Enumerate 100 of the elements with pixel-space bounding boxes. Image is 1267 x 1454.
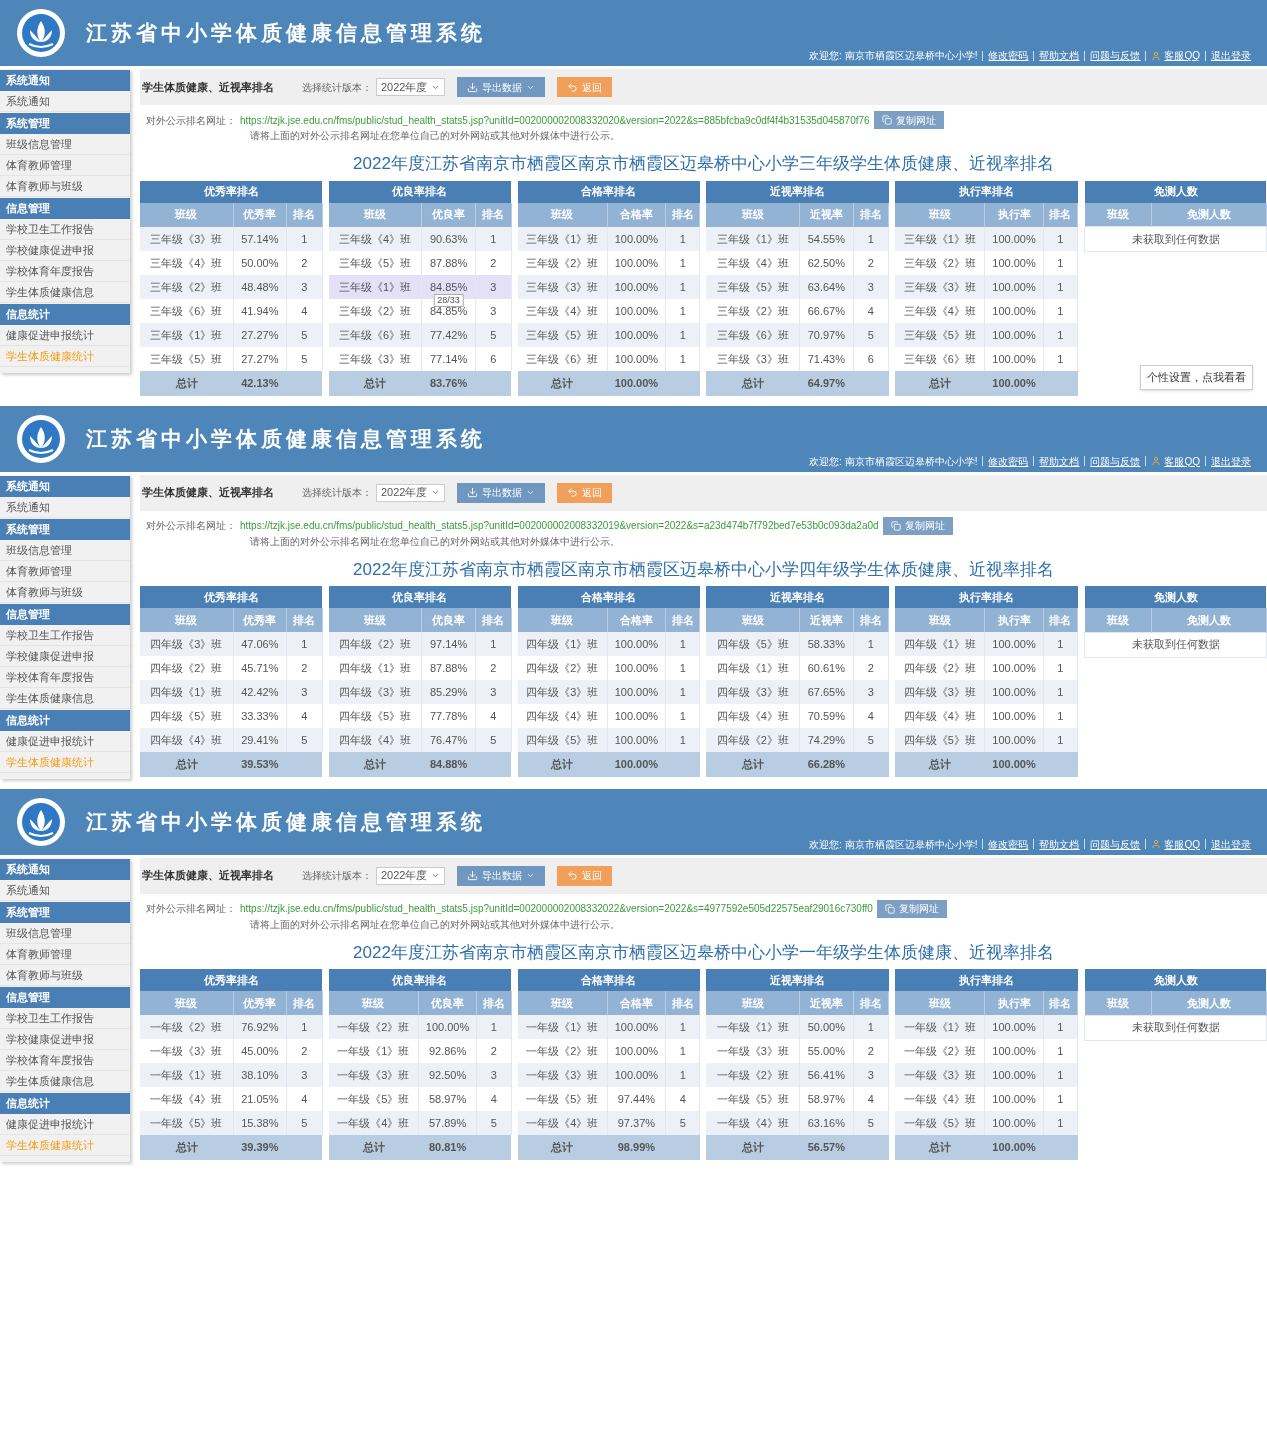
- table-row[interactable]: 一年级《5》班 100.00% 1: [895, 1111, 1078, 1135]
- table-row[interactable]: 四年级《1》班 60.61% 2: [706, 656, 889, 680]
- sidebar-item[interactable]: 学校健康促进申报: [0, 240, 130, 261]
- sidebar-item[interactable]: 学校体育年度报告: [0, 261, 130, 282]
- sidebar-group-header[interactable]: 信息统计: [0, 1092, 130, 1114]
- sidebar-group-header[interactable]: 信息管理: [0, 198, 130, 219]
- table-row[interactable]: 一年级《2》班 100.00% 1: [517, 1039, 700, 1063]
- header-link[interactable]: 修改密码: [988, 453, 1029, 469]
- table-row[interactable]: 一年级《3》班 100.00% 1: [517, 1063, 700, 1087]
- table-row[interactable]: 四年级《3》班 67.65% 3: [706, 680, 889, 704]
- header-link[interactable]: 客服QQ: [1164, 48, 1200, 63]
- table-row[interactable]: 四年级《2》班 45.71% 2: [140, 656, 323, 680]
- table-row[interactable]: 四年级《1》班 100.00% 1: [895, 632, 1078, 656]
- table-row[interactable]: 三年级《5》班 100.00% 1: [517, 322, 700, 347]
- table-row[interactable]: 三年级《4》班 100.00% 1: [517, 298, 700, 323]
- sidebar-item[interactable]: 体育教师管理: [0, 560, 130, 582]
- table-row[interactable]: 四年级《2》班 100.00% 1: [895, 656, 1078, 680]
- sidebar-group-header[interactable]: 系统管理: [0, 518, 130, 540]
- table-row[interactable]: 一年级《3》班 45.00% 2: [140, 1039, 323, 1063]
- version-select[interactable]: 2022年度: [376, 866, 446, 885]
- sidebar-item[interactable]: 班级信息管理: [0, 922, 130, 944]
- sidebar-item[interactable]: 体育教师与班级: [0, 964, 130, 986]
- sidebar-group-header[interactable]: 系统通知: [0, 475, 130, 497]
- header-link[interactable]: 问题与反馈: [1090, 453, 1141, 469]
- sidebar-item[interactable]: 班级信息管理: [0, 134, 130, 155]
- table-row[interactable]: 三年级《5》班 63.64% 3: [706, 274, 889, 299]
- table-row[interactable]: 四年级《4》班 100.00% 1: [517, 704, 700, 728]
- table-row[interactable]: 一年级《4》班 97.37% 5: [517, 1111, 700, 1135]
- table-row[interactable]: 一年级《1》班 100.00% 1: [895, 1015, 1078, 1039]
- sidebar-group-header[interactable]: 信息统计: [0, 709, 130, 731]
- table-row[interactable]: 四年级《5》班 100.00% 1: [895, 728, 1078, 752]
- table-row[interactable]: 一年级《1》班 38.10% 3: [140, 1063, 323, 1087]
- sidebar-item[interactable]: 体育教师与班级: [0, 581, 130, 603]
- table-row[interactable]: 一年级《1》班 100.00% 1: [517, 1015, 700, 1039]
- table-row[interactable]: 四年级《4》班 70.59% 4: [706, 704, 889, 728]
- header-link[interactable]: 修改密码: [988, 836, 1029, 852]
- table-row[interactable]: 三年级《5》班 27.27% 5: [140, 346, 323, 371]
- sidebar-item[interactable]: 体育教师与班级: [0, 176, 130, 197]
- table-row[interactable]: 三年级《3》班 100.00% 1: [895, 274, 1078, 299]
- table-row[interactable]: 三年级《6》班 41.94% 4: [140, 298, 323, 323]
- sidebar-group-header[interactable]: 信息统计: [0, 304, 130, 325]
- table-row[interactable]: 一年级《3》班 100.00% 1: [895, 1063, 1078, 1087]
- sidebar-group-header[interactable]: 系统管理: [0, 113, 130, 134]
- sidebar-group-header[interactable]: 信息管理: [0, 603, 130, 625]
- sidebar-item[interactable]: 系统通知: [0, 496, 130, 518]
- table-row[interactable]: 四年级《5》班 33.33% 4: [140, 704, 323, 728]
- table-row[interactable]: 三年级《6》班 77.42% 5: [328, 322, 512, 347]
- table-row[interactable]: 一年级《1》班 50.00% 1: [706, 1015, 889, 1039]
- sidebar-item[interactable]: 健康促进申报统计: [0, 730, 130, 752]
- header-link[interactable]: 退出登录: [1211, 836, 1251, 852]
- sidebar-item[interactable]: 体育教师管理: [0, 943, 130, 965]
- header-link[interactable]: 退出登录: [1211, 453, 1251, 469]
- table-row[interactable]: 三年级《2》班 100.00% 1: [895, 250, 1078, 275]
- header-link[interactable]: 问题与反馈: [1090, 48, 1141, 63]
- table-row[interactable]: 四年级《5》班 100.00% 1: [517, 728, 700, 752]
- table-row[interactable]: 三年级《6》班 70.97% 5: [706, 322, 889, 347]
- sidebar-group-header[interactable]: 系统通知: [0, 70, 130, 91]
- table-row[interactable]: 三年级《1》班 100.00% 1: [895, 226, 1078, 251]
- table-row[interactable]: 四年级《3》班 85.29% 3: [328, 680, 512, 704]
- version-select[interactable]: 2022年度: [376, 483, 446, 502]
- table-row[interactable]: 四年级《4》班 100.00% 1: [895, 704, 1078, 728]
- table-row[interactable]: 三年级《1》班 54.55% 1: [706, 226, 889, 251]
- table-row[interactable]: 一年级《1》班 92.86% 2: [328, 1039, 512, 1063]
- table-row[interactable]: 四年级《4》班 29.41% 5: [140, 728, 323, 752]
- header-link[interactable]: 退出登录: [1211, 48, 1251, 63]
- sidebar-item[interactable]: 体育教师管理: [0, 155, 130, 176]
- sidebar-group-header[interactable]: 系统管理: [0, 901, 130, 923]
- sidebar-item[interactable]: 学校体育年度报告: [0, 666, 130, 688]
- table-row[interactable]: 一年级《4》班 100.00% 1: [895, 1087, 1078, 1111]
- sidebar-item[interactable]: 学校健康促进申报: [0, 1028, 130, 1050]
- table-row[interactable]: 三年级《5》班 87.88% 2: [328, 250, 512, 275]
- table-row[interactable]: 四年级《5》班 77.78% 4: [328, 704, 512, 728]
- table-row[interactable]: 三年级《4》班 100.00% 1: [895, 298, 1078, 323]
- sidebar-item[interactable]: 班级信息管理: [0, 539, 130, 561]
- sidebar-group-header[interactable]: 信息管理: [0, 986, 130, 1008]
- header-link[interactable]: 帮助文档: [1039, 836, 1080, 852]
- table-row[interactable]: 一年级《4》班 57.89% 5: [328, 1111, 512, 1135]
- table-row[interactable]: 三年级《3》班 71.43% 6: [706, 346, 889, 371]
- table-row[interactable]: 四年级《1》班 100.00% 1: [517, 632, 700, 656]
- sidebar-item[interactable]: 学校健康促进申报: [0, 645, 130, 667]
- settings-tip[interactable]: 个性设置，点我看看: [1140, 365, 1253, 390]
- version-select[interactable]: 2022年度: [376, 78, 446, 96]
- table-row[interactable]: 一年级《2》班 100.00% 1: [328, 1015, 512, 1039]
- table-row[interactable]: 三年级《2》班 66.67% 4: [706, 298, 889, 323]
- table-row[interactable]: 四年级《2》班 97.14% 1: [328, 632, 512, 656]
- table-row[interactable]: 一年级《2》班 56.41% 3: [706, 1063, 889, 1087]
- table-row[interactable]: 一年级《4》班 21.05% 4: [140, 1087, 323, 1111]
- table-row[interactable]: 三年级《6》班 100.00% 1: [895, 346, 1078, 371]
- table-row[interactable]: 三年级《1》班 27.27% 5: [140, 322, 323, 347]
- header-link[interactable]: 客服QQ: [1164, 836, 1200, 852]
- table-row[interactable]: 一年级《5》班 97.44% 4: [517, 1087, 700, 1111]
- table-row[interactable]: 四年级《2》班 74.29% 5: [706, 728, 889, 752]
- public-url-link[interactable]: https://tzjk.jse.edu.cn/fms/public/stud_health_stats5.jsp?unitId=002000002008332020&version=2022&s=885bfcba9c0df4f4b31535d045870f76: [240, 112, 870, 128]
- table-row[interactable]: 四年级《3》班 47.06% 1: [140, 632, 323, 656]
- table-row[interactable]: 三年级《3》班 57.14% 1: [140, 226, 323, 251]
- sidebar-item[interactable]: 学生体质健康信息: [0, 687, 130, 709]
- header-link[interactable]: 客服QQ: [1164, 453, 1200, 469]
- table-row[interactable]: 一年级《2》班 100.00% 1: [895, 1039, 1078, 1063]
- table-row[interactable]: 三年级《4》班 62.50% 2: [706, 250, 889, 275]
- table-row[interactable]: 一年级《5》班 15.38% 5: [140, 1111, 323, 1135]
